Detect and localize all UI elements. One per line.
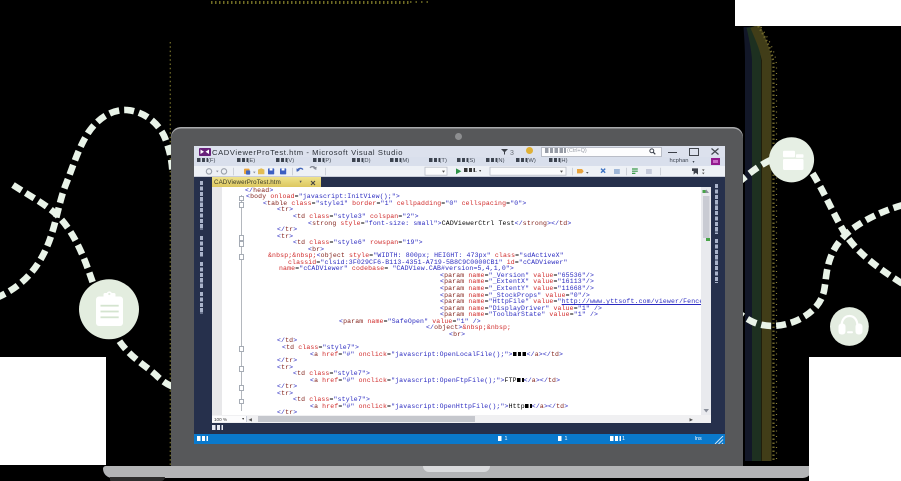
svg-text:3: 3 [510,150,514,156]
